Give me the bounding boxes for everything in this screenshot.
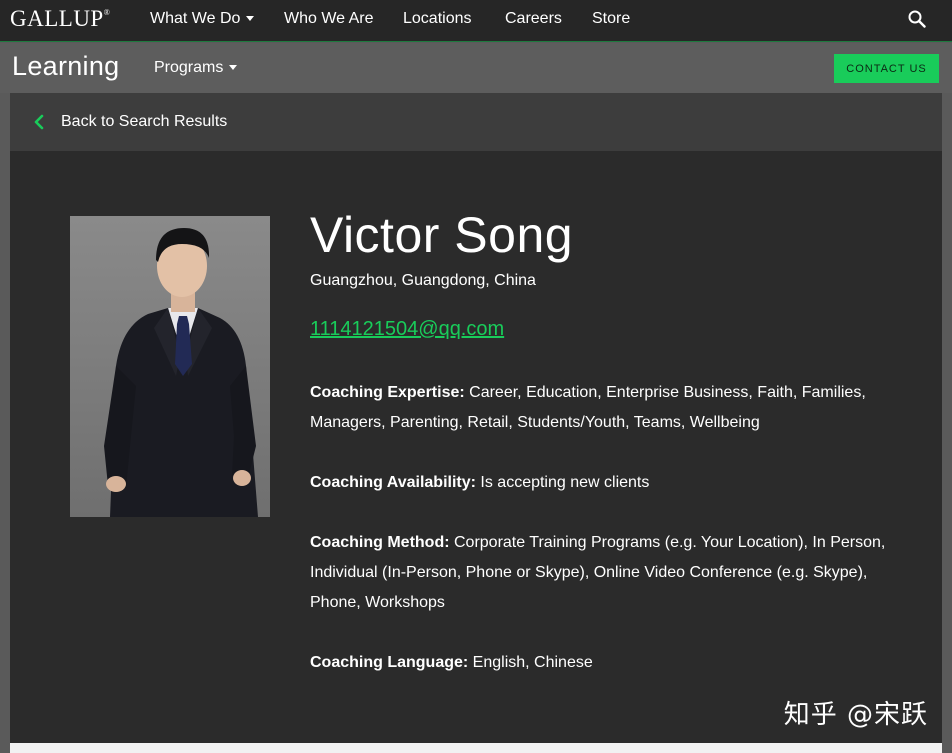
back-to-search-link[interactable]: Back to Search Results [34,113,227,131]
footer-strip [10,743,942,753]
search-icon[interactable] [908,10,926,28]
back-link-label: Back to Search Results [61,113,228,130]
coach-name: Victor Song [310,207,574,263]
chevron-left-icon [34,114,44,130]
nav-store[interactable]: Store [592,10,630,28]
coach-location: Guangzhou, Guangdong, China [310,272,536,289]
nav-locations[interactable]: Locations [403,10,472,28]
coaching-language-label: Coaching Language: [310,654,469,671]
back-bar: Back to Search Results [10,93,942,151]
nav-careers[interactable]: Careers [505,10,562,28]
coaching-availability-label: Coaching Availability: [310,474,476,491]
coaching-expertise-label: Coaching Expertise: [310,384,465,401]
coaching-method: Coaching Method: Corporate Training Prog… [310,528,890,618]
coaching-language-value: English, Chinese [468,654,593,671]
coach-photo [70,216,270,517]
chevron-down-icon [229,65,238,71]
nav-who-we-are[interactable]: Who We Are [284,10,374,28]
coaching-availability-value: Is accepting new clients [475,474,650,491]
section-title: Learning [12,51,120,81]
coach-email-link[interactable]: 1114121504@qq.com [310,318,504,341]
coaching-method-label: Coaching Method: [310,534,450,551]
coaching-language: Coaching Language: English, Chinese [310,648,890,678]
top-navigation: GALLUP® What We Do Who We Are Locations … [0,0,952,42]
chevron-down-icon [246,16,255,22]
gallup-logo[interactable]: GALLUP® [10,6,110,32]
coach-profile-panel: Back to Search Results Victor Song Guang… [10,93,942,753]
coaching-availability: Coaching Availability: Is accepting new … [310,468,890,498]
coaching-expertise: Coaching Expertise: Career, Education, E… [310,378,890,438]
nav-what-we-do[interactable]: What We Do [150,10,255,28]
contact-us-button[interactable]: CONTACT US [834,54,939,83]
programs-menu[interactable]: Programs [154,59,238,77]
sub-navigation: Learning Programs CONTACT US [0,43,952,93]
watermark: 知乎 @宋跃 [783,700,928,730]
